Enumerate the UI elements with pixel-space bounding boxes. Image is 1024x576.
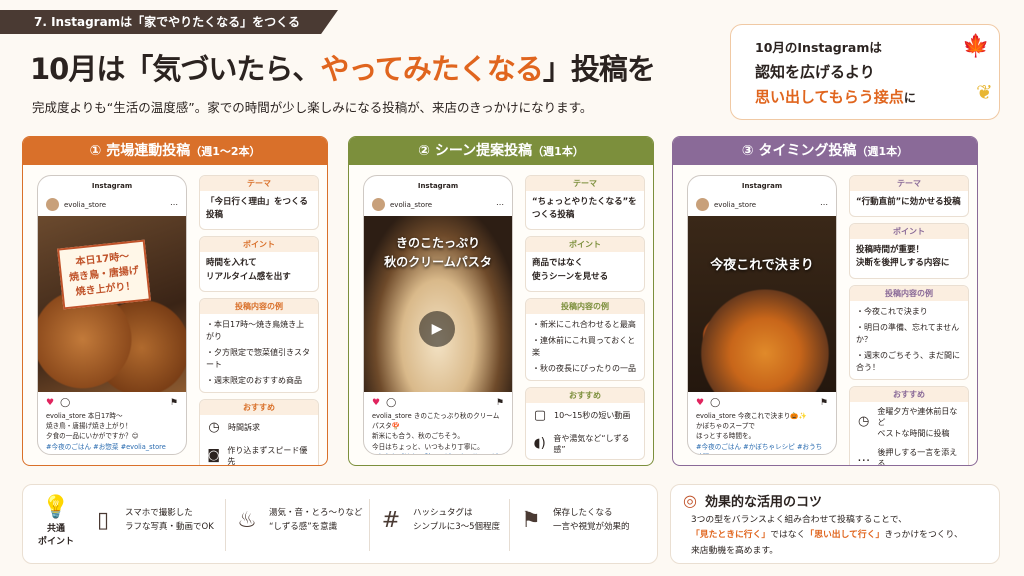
post-caption: evolia_store 本日17時〜 焼き鳥・唐揚げ焼き上がり！ 夕食の一品にいか…	[38, 411, 186, 452]
recommend-item: ▢ 10〜15秒の短い動画	[526, 403, 644, 429]
common-point: ⚑ 保存したくなる 一言や視覚が効果的	[517, 503, 629, 538]
example-item: ・今夜これで決まり	[856, 306, 928, 316]
post-caption: evolia_store きのこたっぷり秋のクリームパスタ🍄 新米にも合う、秋のご…	[364, 411, 512, 454]
bookmark-icon[interactable]: ⚑	[820, 398, 828, 408]
column-header: ② シーン提案投稿（週1本）	[349, 137, 653, 165]
bookmark-icon[interactable]: ⚑	[170, 398, 178, 408]
recommend-card: おすすめ ◷ 金曜夕方や連休前日など ベストな時間に投稿… 後押しする一言を添える	[849, 385, 969, 466]
recommend-item: ◙ 作り込まずスピード優先	[207, 445, 308, 466]
username: evolia_store	[714, 200, 757, 209]
ginkgo-leaf-icon: ❦	[976, 80, 993, 104]
example-item: ・明日の準備、忘れてませんか？	[856, 322, 960, 344]
more-icon[interactable]: ⋯	[496, 200, 504, 209]
page-subtitle: 完成度よりも“生活の温度感”。家での時間が少し楽しみになる投稿が、来店のきっかけ…	[32, 100, 593, 115]
avatar	[46, 198, 59, 211]
heart-icon[interactable]: ♥	[696, 398, 704, 408]
theme-card: テーマ “ちょっとやりたくなる”を つくる投稿	[525, 175, 645, 231]
column-header: ① 売場連動投稿（週1〜2本）	[23, 137, 327, 165]
common-point: ▯ スマホで撮影した ラフな写真・動画でOK	[89, 503, 214, 538]
post-caption: evolia_store 今夜これで決まり🎃✨ かぼちゃのスープで ほっとする時間を…	[688, 411, 836, 454]
heart-icon[interactable]: ♥	[46, 398, 54, 408]
hashtags: #おうちごはん #秋レシピ #きのこレシピ	[372, 452, 504, 454]
common-point: # ハッシュタグは シンプルに3〜5個程度	[377, 503, 500, 538]
target-icon: ◎	[683, 491, 697, 510]
common-points-panel: 💡 共通 ポイント ▯ スマホで撮影した ラフな写真・動画でOK ♨ 湯気・音・とろ〜りな…	[22, 484, 658, 564]
example-item: ・夕方限定で惣菜値引きスタート	[206, 347, 310, 369]
photo-caption: 今夜これで決まり	[710, 258, 814, 273]
point-card: ポイント 投稿時間が重要！ 決断を後押しする内容に	[849, 223, 969, 279]
comment-icon[interactable]: ◯	[710, 398, 720, 408]
examples-card: 投稿内容の例 ・新米にこれ合わせると最高 ・連休前にこれ買っておくと楽 ・秋の夜長にぴ…	[525, 297, 645, 381]
clock-icon: ◷	[208, 419, 220, 435]
camera-icon: ◙	[207, 447, 220, 463]
post-type-column: ① 売場連動投稿（週1〜2本） Instagram evolia_store ⋯ …	[22, 136, 328, 466]
divider	[369, 499, 370, 551]
chat-icon: …	[857, 450, 871, 466]
comment-icon[interactable]: ◯	[386, 398, 396, 408]
page-title: 10月は「気づいたら、やってみたくなる」投稿を	[30, 52, 656, 86]
recommend-item: ◖) 音や湯気など“しずる感”	[533, 433, 630, 455]
example-item: ・連休前にこれ買っておくと楽	[532, 335, 636, 357]
avatar	[372, 198, 385, 211]
pumpkin-soup-photo: 今夜これで決まり	[688, 216, 836, 392]
photo-caption: きのこたっぷり 秋のクリームパスタ	[384, 236, 492, 270]
sound-icon: ◖)	[533, 435, 546, 451]
lightbulb-icon: 💡	[42, 495, 70, 520]
recommend-item: ◷ 金曜夕方や連休前日など ベストな時間に投稿	[850, 402, 968, 444]
price-card: 本日17時〜 焼き鳥・唐揚げ 焼き上がり！	[57, 239, 151, 310]
point-card: ポイント 時間を入れて リアルタイム感を出す	[199, 236, 319, 292]
bookmark-icon[interactable]: ⚑	[496, 398, 504, 408]
summary-note: 10月のInstagramは 認知を広げるより 思い出してもらう接点に	[730, 24, 1000, 120]
post-type-column: ② シーン提案投稿（週1本） Instagram evolia_store ⋯ き…	[348, 136, 654, 466]
instagram-post-mock: Instagram evolia_store ⋯ 今夜これで決まり ♥ ◯ ⚑ evo…	[687, 175, 837, 455]
bookmark-icon: ⚑	[521, 508, 541, 533]
comment-icon[interactable]: ◯	[60, 398, 70, 408]
examples-card: 投稿内容の例 ・本日17時〜焼き鳥焼き上がり ・夕方限定で惣菜値引きスタート ・週末限…	[199, 297, 319, 393]
steam-icon: ♨	[237, 508, 257, 533]
app-title: Instagram	[741, 182, 783, 190]
instagram-post-mock: Instagram evolia_store ⋯ 本日17時〜 焼き鳥・唐揚げ 焼…	[37, 175, 187, 455]
video-icon: ▢	[533, 407, 547, 423]
instagram-post-mock: Instagram evolia_store ⋯ きのこたっぷり 秋のクリームパス…	[363, 175, 513, 455]
app-title: Instagram	[91, 182, 133, 190]
example-item: ・本日17時〜焼き鳥焼き上がり	[206, 319, 305, 341]
username: evolia_store	[64, 200, 107, 209]
common-label: 共通 ポイント	[37, 524, 74, 547]
common-point: ♨ 湯気・音・とろ〜りなど “しずる感”を意識	[233, 503, 362, 538]
recommend-card: おすすめ ▢ 10〜15秒の短い動画 ◖) 音や湯気など“しずる感”	[525, 386, 645, 461]
fried-chicken-photo: 本日17時〜 焼き鳥・唐揚げ 焼き上がり！	[38, 216, 186, 392]
example-item: ・新米にこれ合わせると最高	[532, 319, 636, 329]
example-item: ・秋の夜長にぴったりの一品	[532, 363, 636, 373]
more-icon[interactable]: ⋯	[170, 200, 178, 209]
play-icon[interactable]: ▶	[419, 311, 455, 347]
recommend-item: … 後押しする一言を添える	[857, 448, 958, 466]
hashtags: #今夜のごはん #お惣菜 #evolia_store	[46, 442, 166, 451]
divider	[509, 499, 510, 551]
divider	[225, 499, 226, 551]
hashtags: #今夜のごはん #かぼちゃレシピ #おうち時間	[696, 442, 823, 454]
theme-card: テーマ “行動直前”に効かせる投稿	[849, 175, 969, 218]
more-icon[interactable]: ⋯	[820, 200, 828, 209]
point-card: ポイント 商品ではなく 使うシーンを見せる	[525, 236, 645, 292]
recommend-card: おすすめ ◷ 時間訴求 ◙ 作り込まずスピード優先	[199, 398, 319, 466]
recommend-item: ◷ 時間訴求	[200, 415, 318, 441]
hashtag-icon: #	[381, 508, 401, 533]
username: evolia_store	[390, 200, 433, 209]
theme-card: テーマ 「今日行く理由」をつくる投稿	[199, 175, 319, 231]
clock-icon: ◷	[858, 414, 870, 430]
heart-icon[interactable]: ♥	[372, 398, 380, 408]
tips-panel: ◎ 効果的な活用のコツ 3つの型をバランスよく組み合わせて投稿することで、 「見た…	[670, 484, 1000, 564]
column-header: ③ タイミング投稿（週1本）	[673, 137, 977, 165]
post-type-column: ③ タイミング投稿（週1本） Instagram evolia_store ⋯ 今…	[672, 136, 978, 466]
smartphone-icon: ▯	[96, 508, 110, 533]
app-title: Instagram	[417, 182, 459, 190]
maple-leaf-icon: 🍁	[962, 34, 990, 59]
example-item: ・週末限定のおすすめ商品	[206, 375, 302, 385]
tips-title: 効果的な活用のコツ	[704, 495, 822, 510]
avatar	[696, 198, 709, 211]
example-item: ・週末のごちそう、まだ間に合う！	[856, 350, 960, 372]
cream-pasta-photo: きのこたっぷり 秋のクリームパスタ ▶	[364, 216, 512, 392]
section-tag: 7. Instagramは「家でやりたくなる」をつくる	[0, 10, 338, 34]
examples-card: 投稿内容の例 ・今夜これで決まり ・明日の準備、忘れてませんか？ ・週末のごちそう、ま…	[849, 284, 969, 380]
